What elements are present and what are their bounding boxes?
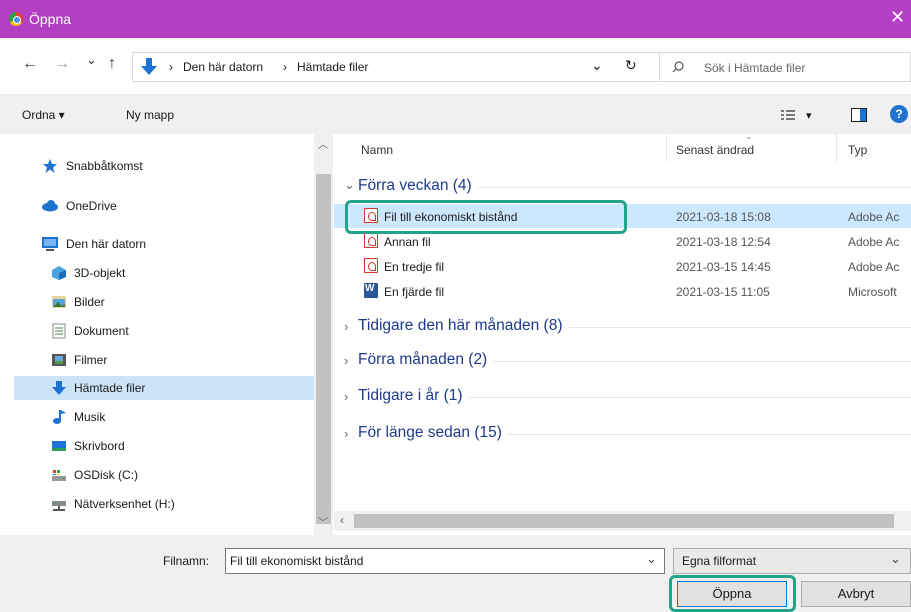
filetype-value: Egna filformat <box>682 554 757 568</box>
sort-indicator-icon: ⌄ <box>745 131 753 141</box>
scrollbar-thumb[interactable] <box>316 174 331 524</box>
navigation-scrollbar[interactable]: ︿ ﹀ <box>314 134 333 535</box>
disk-icon <box>52 470 66 481</box>
computer-icon <box>42 237 58 251</box>
chevron-right-icon: › <box>344 319 349 334</box>
filename-input[interactable]: Fil till ekonomiskt bistånd ⌄ <box>225 548 665 574</box>
command-bar: Ordna ▾ Ny mapp ▾ ? <box>0 94 911 134</box>
open-button[interactable]: Öppna <box>677 581 787 607</box>
crumb-this-pc[interactable]: Den här datorn <box>183 60 263 74</box>
filename-value: Fil till ekonomiskt bistånd <box>230 554 364 568</box>
selected-file-highlight <box>345 200 627 234</box>
sidebar-item-music[interactable]: Musik <box>14 405 314 429</box>
new-folder-button[interactable]: Ny mapp <box>126 108 174 122</box>
sidebar-item-pictures[interactable]: Bilder <box>14 290 314 314</box>
desktop-icon <box>52 441 66 451</box>
chevron-right-icon: › <box>344 426 349 441</box>
word-icon <box>364 283 378 298</box>
column-header-type[interactable]: Typ <box>848 143 867 157</box>
sidebar-item-downloads[interactable]: Hämtade filer <box>14 376 314 400</box>
cube-icon <box>52 266 66 280</box>
search-box[interactable]: Sök i Hämtade filer <box>659 52 911 82</box>
sidebar-item-osdisk[interactable]: OSDisk (C:) <box>14 463 314 487</box>
pdf-icon <box>364 258 378 273</box>
group-last-week[interactable]: ⌄ Förra veckan (4) <box>334 177 911 197</box>
sidebar-item-onedrive[interactable]: OneDrive <box>14 194 314 218</box>
column-header-modified[interactable]: Senast ändrad <box>676 143 754 157</box>
address-row: ← → ⌄ ↑ › Den här datorn › Hämtade filer… <box>0 38 911 94</box>
chevron-down-icon: ⌄ <box>344 177 355 192</box>
chevron-down-icon[interactable]: ⌄ <box>646 551 657 567</box>
navigation-pane: Snabbåtkomst OneDrive Den här datorn 3D-… <box>0 134 333 535</box>
sidebar-item-3d-objects[interactable]: 3D-objekt <box>14 261 314 285</box>
search-icon <box>672 61 684 73</box>
address-bar[interactable]: › Den här datorn › Hämtade filer ⌄ ↻ <box>132 52 710 82</box>
group-earlier-this-year[interactable]: › Tidigare i år (1) <box>334 387 911 407</box>
sidebar-item-quick-access[interactable]: Snabbåtkomst <box>14 154 314 178</box>
scroll-down-icon[interactable]: ﹀ <box>318 514 328 529</box>
group-earlier-this-month[interactable]: › Tidigare den här månaden (8) <box>334 317 911 337</box>
scrollbar-thumb[interactable] <box>354 514 894 528</box>
close-icon[interactable]: ✕ <box>890 8 905 26</box>
view-dropdown-icon[interactable]: ▾ <box>806 109 812 122</box>
back-arrow-icon[interactable]: ← <box>22 55 38 73</box>
view-options-icon[interactable] <box>781 109 795 121</box>
file-list: ⌄ Namn Senast ändrad Typ ⌄ Förra veckan … <box>334 131 911 535</box>
column-header-name[interactable]: Namn <box>361 143 393 157</box>
file-row[interactable]: En fjärde fil 2021-03-15 11:05 Microsoft <box>334 279 911 303</box>
address-dropdown-icon[interactable]: ⌄ <box>591 57 603 74</box>
window-title: Öppna <box>29 11 72 27</box>
sidebar-item-this-pc[interactable]: Den här datorn <box>14 232 314 256</box>
crumb-downloads[interactable]: Hämtade filer <box>297 60 368 74</box>
sidebar-item-desktop[interactable]: Skrivbord <box>14 434 314 458</box>
preview-pane-icon[interactable] <box>851 108 867 122</box>
title-bar: Öppna ✕ <box>0 0 911 38</box>
sidebar-item-movies[interactable]: Filmer <box>14 348 314 372</box>
pictures-icon <box>52 296 66 308</box>
film-icon <box>52 354 66 366</box>
search-placeholder: Sök i Hämtade filer <box>704 61 806 75</box>
up-arrow-icon[interactable]: ↑ <box>108 55 116 73</box>
chrome-icon <box>9 12 23 26</box>
chevron-right-icon: › <box>344 389 349 404</box>
cloud-icon <box>42 200 58 212</box>
documents-icon <box>52 323 66 339</box>
filename-label: Filnamn: <box>163 554 210 568</box>
sidebar-item-network-drive[interactable]: Nätverksenhet (H:) <box>14 492 314 516</box>
chevron-down-icon[interactable]: ⌄ <box>890 551 901 567</box>
group-long-ago[interactable]: › För länge sedan (15) <box>334 424 911 444</box>
download-icon <box>52 381 66 395</box>
recent-locations-icon[interactable]: ⌄ <box>86 52 97 68</box>
scroll-up-icon[interactable]: ︿ <box>318 136 328 151</box>
crumb-separator: › <box>169 60 173 74</box>
music-icon <box>53 410 66 424</box>
filetype-select[interactable]: Egna filformat ⌄ <box>673 548 911 574</box>
organize-button[interactable]: Ordna ▾ <box>22 108 65 122</box>
cancel-button[interactable]: Avbryt <box>801 581 911 607</box>
file-row[interactable]: En tredje fil 2021-03-15 14:45 Adobe Ac <box>334 254 911 278</box>
network-drive-icon <box>52 501 66 511</box>
bottom-bar: Filnamn: Fil till ekonomiskt bistånd ⌄ E… <box>0 535 911 612</box>
refresh-icon[interactable]: ↻ <box>625 57 637 74</box>
group-last-month[interactable]: › Förra månaden (2) <box>334 351 911 371</box>
horizontal-scrollbar[interactable]: ‹ <box>334 511 911 531</box>
help-icon[interactable]: ? <box>890 105 908 123</box>
forward-arrow-icon[interactable]: → <box>54 55 70 73</box>
chevron-right-icon: › <box>344 353 349 368</box>
sidebar-item-documents[interactable]: Dokument <box>14 319 314 343</box>
pdf-icon <box>364 233 378 248</box>
download-folder-icon <box>141 58 157 75</box>
scroll-left-icon[interactable]: ‹ <box>340 513 344 527</box>
crumb-separator: › <box>283 60 287 74</box>
star-icon <box>43 159 57 173</box>
